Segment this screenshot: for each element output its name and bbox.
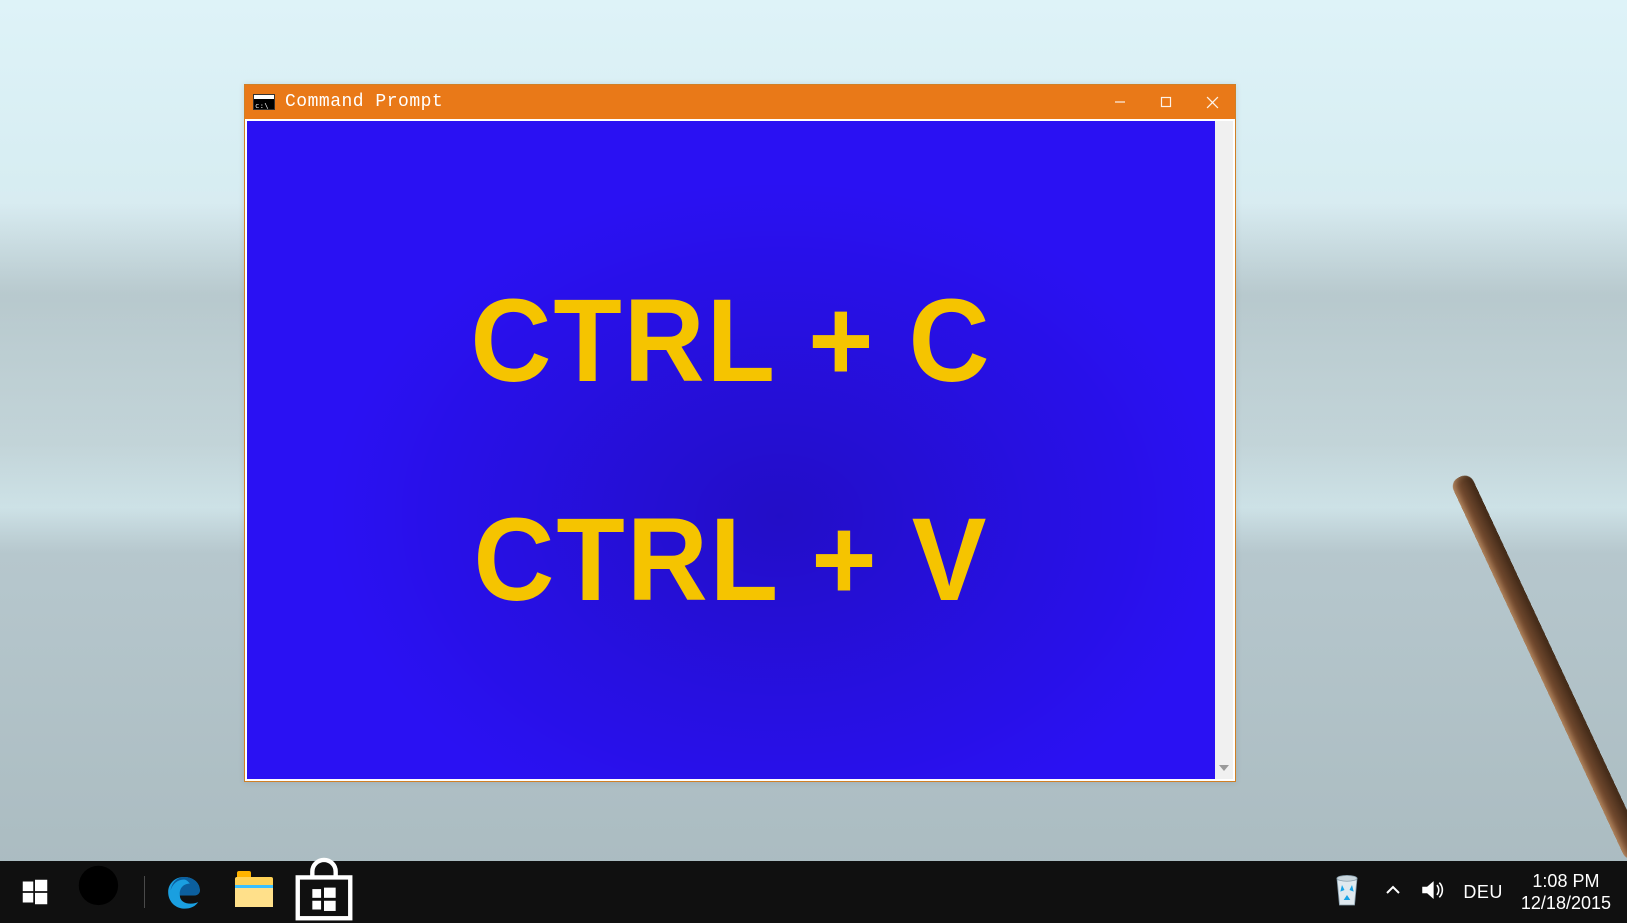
taskbar-app-file-explorer[interactable]: [219, 861, 289, 923]
vertical-scrollbar[interactable]: [1215, 121, 1233, 779]
window-title: Command Prompt: [285, 92, 443, 112]
system-tray: DEU 1:08 PM 12/18/2015: [1327, 861, 1627, 923]
console-line-1: CTRL + C: [470, 273, 991, 408]
start-button[interactable]: [0, 861, 70, 923]
window-controls: [1097, 85, 1235, 119]
tray-overflow-button[interactable]: [1385, 882, 1401, 903]
search-icon: [70, 857, 140, 923]
file-explorer-icon: [235, 877, 273, 907]
recycle-bin-icon: [1327, 870, 1367, 910]
windows-logo-icon: [21, 878, 49, 906]
command-prompt-icon: [253, 94, 275, 110]
console-shadow-overlay: [247, 121, 1215, 779]
clock-time: 1:08 PM: [1521, 870, 1611, 893]
console-output[interactable]: CTRL + C CTRL + V: [247, 121, 1215, 779]
command-prompt-window[interactable]: Command Prompt CTRL + C CTRL + V: [244, 84, 1236, 782]
language-indicator[interactable]: DEU: [1463, 882, 1503, 903]
taskbar-separator: [144, 876, 145, 908]
taskbar-app-edge[interactable]: [149, 861, 219, 923]
speaker-icon: [1419, 877, 1445, 903]
volume-button[interactable]: [1419, 877, 1445, 908]
minimize-button[interactable]: [1097, 85, 1143, 119]
console-line-2: CTRL + V: [474, 492, 989, 627]
maximize-button[interactable]: [1143, 85, 1189, 119]
store-icon: [289, 857, 359, 923]
search-button[interactable]: [70, 861, 140, 923]
close-button[interactable]: [1189, 85, 1235, 119]
window-titlebar[interactable]: Command Prompt: [245, 85, 1235, 119]
clock-date: 12/18/2015: [1521, 892, 1611, 915]
scroll-down-arrow-icon[interactable]: [1215, 759, 1233, 777]
edge-icon: [164, 872, 204, 912]
window-client-area: CTRL + C CTRL + V: [245, 119, 1235, 781]
taskbar-app-store[interactable]: [289, 861, 359, 923]
clock-button[interactable]: 1:08 PM 12/18/2015: [1521, 870, 1611, 915]
recycle-bin-button[interactable]: [1327, 870, 1367, 915]
chevron-up-icon: [1385, 882, 1401, 898]
taskbar[interactable]: DEU 1:08 PM 12/18/2015: [0, 861, 1627, 923]
